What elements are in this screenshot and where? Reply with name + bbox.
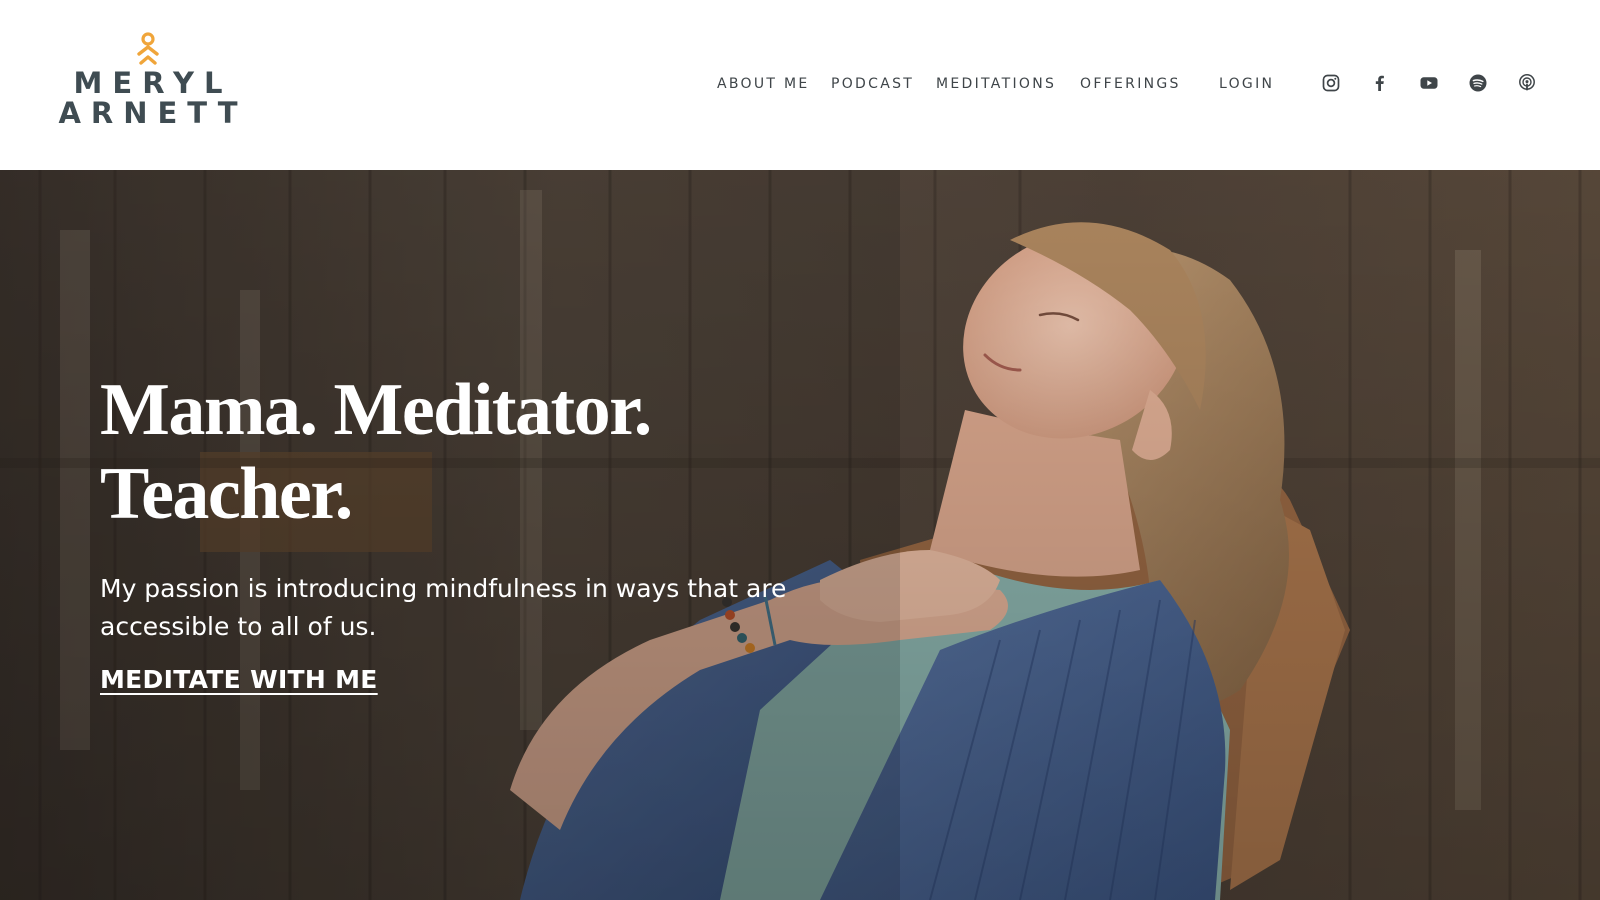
spotify-icon[interactable] xyxy=(1467,72,1489,94)
podcast-icon[interactable] xyxy=(1516,72,1538,94)
hero-headline-line2: Teacher. xyxy=(100,453,353,535)
youtube-icon[interactable] xyxy=(1418,72,1440,94)
nav-meditations[interactable]: MEDITATIONS xyxy=(936,76,1056,92)
site-header: MERYL ARNETT ABOUT ME PODCAST MEDITATION… xyxy=(0,0,1600,170)
nav-about-me[interactable]: ABOUT ME xyxy=(717,76,810,92)
nav-offerings[interactable]: OFFERINGS xyxy=(1080,76,1181,92)
nav-podcast[interactable]: PODCAST xyxy=(831,76,914,92)
hero-headline: Mama. Meditator. Teacher. xyxy=(100,368,652,536)
logo-mark-icon xyxy=(137,32,159,65)
site-logo[interactable]: MERYL ARNETT xyxy=(58,32,238,140)
hero-tagline: My passion is introducing mindfulness in… xyxy=(100,574,787,641)
instagram-icon[interactable] xyxy=(1320,72,1342,94)
logo-text-line2: ARNETT xyxy=(58,96,248,130)
meditate-with-me-link[interactable]: MEDITATE WITH ME xyxy=(100,665,378,694)
hero-headline-line1: Mama. Meditator. xyxy=(100,369,652,451)
nav-login[interactable]: LOGIN xyxy=(1219,76,1274,92)
facebook-icon[interactable] xyxy=(1369,72,1391,94)
logo-text-line1: MERYL xyxy=(73,66,233,100)
